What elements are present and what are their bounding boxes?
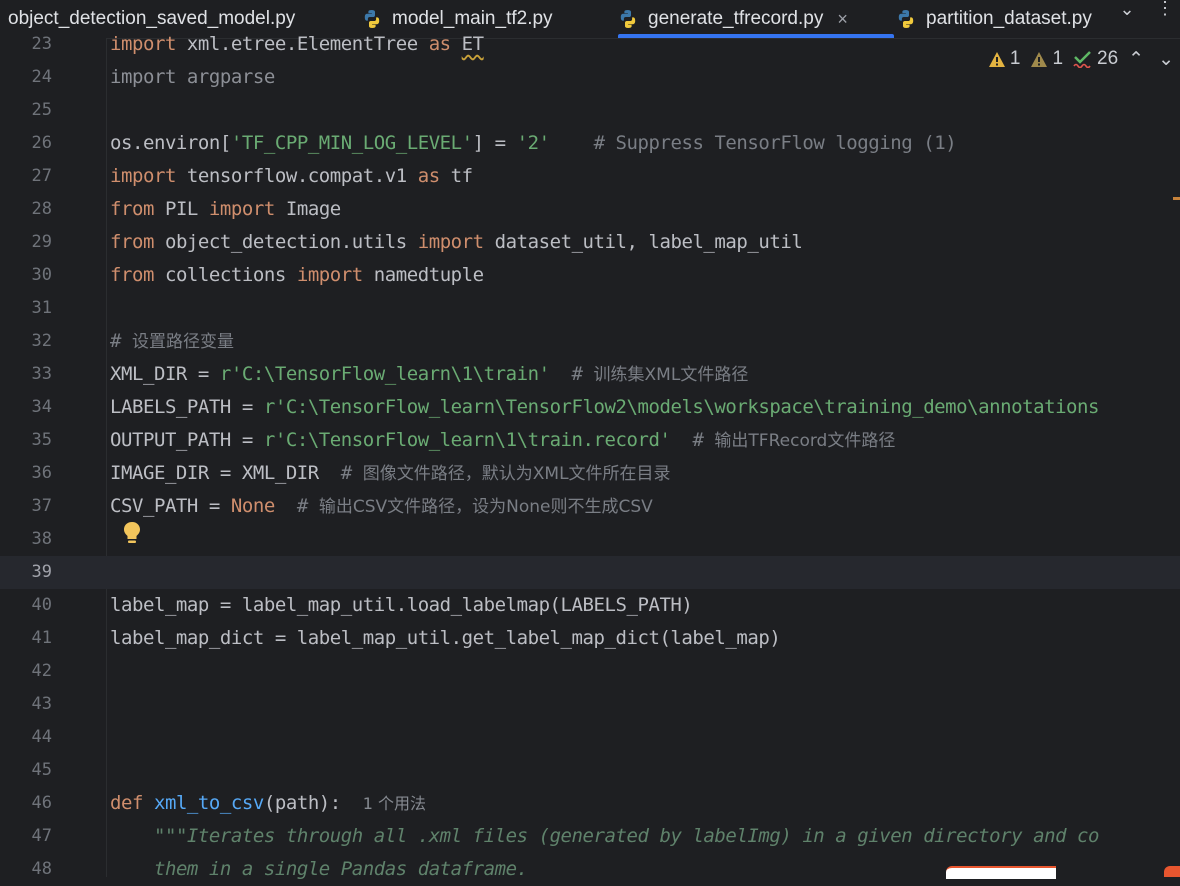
line-number: 43: [31, 694, 52, 714]
code-line: 34 LABELS_PATH = r'C:\TensorFlow_learn\T…: [0, 391, 1180, 424]
current-code-line: 39: [0, 556, 1180, 589]
inspections-widget[interactable]: 1 1 26 ⌃ ⌄: [979, 44, 1180, 74]
overlay-popup-edge: [946, 866, 1056, 879]
code-line: 42: [0, 655, 1180, 688]
error-stripe-marker[interactable]: [1173, 197, 1180, 200]
code-editor[interactable]: 23 import xml.etree.ElementTree as ET 24…: [0, 0, 1180, 880]
code-line: 33 XML_DIR = r'C:\TensorFlow_learn\1\tra…: [0, 358, 1180, 391]
line-number: 25: [31, 100, 52, 120]
code-text: OUTPUT_PATH = r'C:\TensorFlow_learn\1\tr…: [110, 429, 896, 451]
code-line: 47 """Iterates through all .xml files (g…: [0, 820, 1180, 853]
code-line: 43: [0, 688, 1180, 721]
code-text: from collections import namedtuple: [110, 264, 484, 286]
line-number: 44: [31, 727, 52, 747]
line-number: 47: [31, 826, 52, 846]
code-text: them in a single Pandas dataframe.: [153, 858, 528, 880]
line-number: 29: [31, 232, 52, 252]
line-number: 40: [31, 595, 52, 615]
code-line: 29 from object_detection.utils import da…: [0, 226, 1180, 259]
line-number: 34: [31, 397, 52, 417]
line-number: 41: [31, 628, 52, 648]
code-text: CSV_PATH = None # 输出CSV文件路径，设为None则不生成CS…: [110, 495, 653, 517]
line-number: 26: [31, 133, 52, 153]
code-line: 38: [0, 523, 1180, 556]
code-line: 44: [0, 721, 1180, 754]
weak-warnings-counter[interactable]: 1: [1030, 48, 1063, 70]
code-line: 41 label_map_dict = label_map_util.get_l…: [0, 622, 1180, 655]
typos-counter[interactable]: 26: [1073, 48, 1118, 70]
code-line: 30 from collections import namedtuple: [0, 259, 1180, 292]
code-line: 35 OUTPUT_PATH = r'C:\TensorFlow_learn\1…: [0, 424, 1180, 457]
line-number: 30: [31, 265, 52, 285]
code-text: IMAGE_DIR = XML_DIR # 图像文件路径，默认为XML文件所在目…: [110, 462, 671, 484]
weak-warning-icon: [1031, 51, 1048, 67]
code-text: # 设置路径变量: [110, 330, 234, 352]
code-text: os.environ['TF_CPP_MIN_LOG_LEVEL'] = '2'…: [110, 132, 957, 154]
code-text: def xml_to_csv(path): 1 个用法: [110, 792, 427, 814]
line-number: 27: [31, 166, 52, 186]
code-text: import tensorflow.compat.v1 as tf: [110, 165, 473, 187]
code-line: 25: [0, 94, 1180, 127]
code-text: LABELS_PATH = r'C:\TensorFlow_learn\Tens…: [110, 396, 1100, 418]
code-text: label_map = label_map_util.load_labelmap…: [110, 594, 693, 616]
code-text: XML_DIR = r'C:\TensorFlow_learn\1\train'…: [110, 363, 749, 385]
warnings-counter[interactable]: 1: [988, 48, 1020, 70]
line-number: 33: [31, 364, 52, 384]
usages-inlay-hint[interactable]: 1 个用法: [363, 794, 426, 813]
code-line: 31: [0, 292, 1180, 325]
code-line: 32 # 设置路径变量: [0, 325, 1180, 358]
code-line: 37 CSV_PATH = None # 输出CSV文件路径，设为None则不生…: [0, 490, 1180, 523]
code-line: 26 os.environ['TF_CPP_MIN_LOG_LEVEL'] = …: [0, 127, 1180, 160]
line-number: 42: [31, 661, 52, 681]
code-text: label_map_dict = label_map_util.get_labe…: [110, 627, 781, 649]
overlay-badge-edge: [1164, 866, 1180, 877]
code-line: 45: [0, 754, 1180, 787]
code-text: from object_detection.utils import datas…: [110, 231, 803, 253]
warning-icon: [988, 51, 1005, 67]
code-line: 40 label_map = label_map_util.load_label…: [0, 589, 1180, 622]
next-highlight-chevron-down-icon[interactable]: ⌄: [1158, 48, 1174, 71]
code-line: 28 from PIL import Image: [0, 193, 1180, 226]
line-number: 35: [31, 430, 52, 450]
line-number: 28: [31, 199, 52, 219]
line-number: 46: [31, 793, 52, 813]
code-text: """Iterates through all .xml files (gene…: [153, 825, 1100, 847]
code-text: from PIL import Image: [110, 198, 341, 220]
line-number: 23: [31, 34, 52, 54]
code-text: import argparse: [110, 66, 275, 88]
line-number: 36: [31, 463, 52, 483]
previous-highlight-chevron-up-icon[interactable]: ⌃: [1128, 48, 1144, 71]
lightbulb-icon[interactable]: [122, 521, 142, 545]
line-number: 45: [31, 760, 52, 780]
code-line: 27 import tensorflow.compat.v1 as tf: [0, 160, 1180, 193]
line-number: 32: [31, 331, 52, 351]
line-number: 37: [31, 496, 52, 516]
check-icon: [1073, 51, 1091, 68]
code-text: import xml.etree.ElementTree as ET: [110, 33, 484, 55]
line-number: 48: [31, 859, 52, 879]
line-number: 31: [31, 298, 52, 318]
code-line: 46 def xml_to_csv(path): 1 个用法: [0, 787, 1180, 820]
line-number: 24: [31, 67, 52, 87]
line-number: 38: [31, 529, 52, 549]
code-line: 36 IMAGE_DIR = XML_DIR # 图像文件路径，默认为XML文件…: [0, 457, 1180, 490]
line-number: 39: [31, 562, 52, 582]
